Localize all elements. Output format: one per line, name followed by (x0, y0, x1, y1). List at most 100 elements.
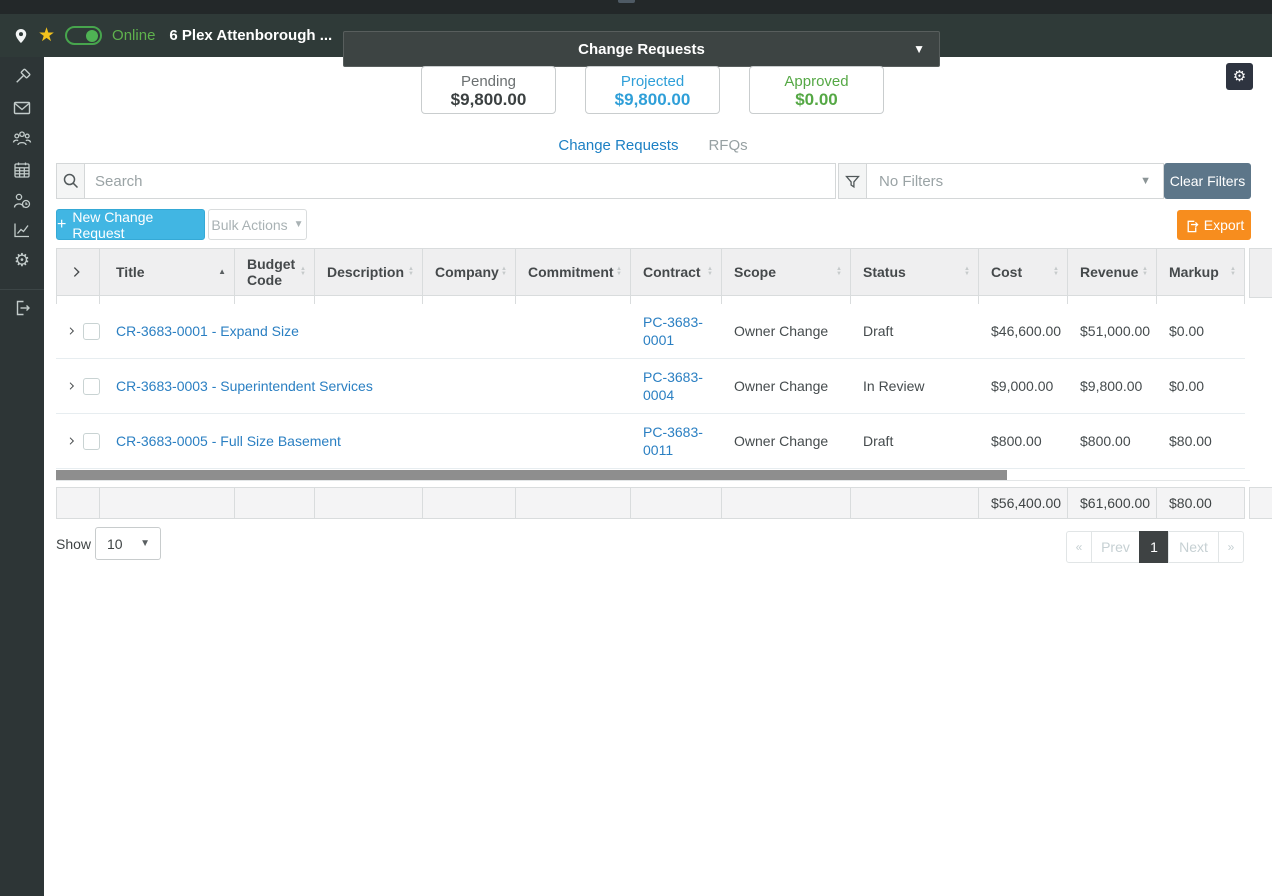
expand-row-icon[interactable] (66, 323, 78, 339)
card-value: $9,800.00 (614, 90, 691, 109)
column-header-title[interactable]: Title ▲ (100, 249, 235, 295)
next-page-button[interactable]: Next (1168, 531, 1219, 563)
column-header-markup[interactable]: Markup ▲ ▼ (1157, 249, 1245, 295)
page-size-value: 10 (107, 535, 123, 552)
window-notch (618, 0, 635, 3)
search-box (56, 163, 836, 199)
app-screen: ★ Online 6 Plex Attenborough ... Change … (0, 0, 1272, 896)
clear-filters-button[interactable]: Clear Filters (1164, 163, 1251, 199)
card-label: Pending (460, 73, 517, 90)
prev-page-button[interactable]: Prev (1091, 531, 1140, 563)
column-header-budget-code[interactable]: Budget Code ▲ ▼ (235, 249, 315, 295)
contract-link[interactable]: PC-3683-0004 (643, 369, 703, 403)
contract-link[interactable]: PC-3683-0011 (643, 424, 703, 458)
settings-gear-icon: ⚙ (1232, 68, 1247, 85)
chevron-down-icon: ▼ (293, 219, 304, 230)
card-value: $0.00 (795, 90, 838, 109)
time-clock-icon[interactable] (12, 191, 32, 211)
chevron-right-icon (73, 267, 80, 277)
app-sidebar: ⚙ (0, 57, 44, 896)
summary-card-approved: Approved $0.00 (749, 66, 884, 114)
cell-markup: $80.00 (1169, 433, 1212, 449)
window-top-strip (0, 0, 1272, 14)
tab-change-requests[interactable]: Change Requests (558, 137, 678, 154)
row-checkbox[interactable] (83, 377, 100, 395)
expand-row-icon[interactable] (66, 433, 78, 449)
filter-value: No Filters (879, 172, 944, 190)
current-page-button[interactable]: 1 (1139, 531, 1169, 563)
total-revenue: $61,600.00 (1068, 488, 1157, 518)
cell-cost: $800.00 (991, 433, 1042, 449)
column-header-scope[interactable]: Scope ▲ ▼ (722, 249, 851, 295)
sort-icon: ▲ ▼ (616, 266, 622, 277)
search-icon (57, 164, 85, 198)
sort-icon: ▲ ▼ (964, 266, 970, 277)
column-header-cost[interactable]: Cost ▲ ▼ (979, 249, 1068, 295)
mail-icon[interactable] (12, 98, 32, 118)
star-icon[interactable]: ★ (38, 26, 55, 45)
column-header-contract[interactable]: Contract ▲ ▼ (631, 249, 722, 295)
map-pin-icon[interactable] (14, 27, 28, 45)
gear-icon[interactable]: ⚙ (12, 250, 32, 270)
cell-markup: $0.00 (1169, 323, 1205, 339)
sort-icon: ▲ ▼ (501, 266, 507, 277)
tab-bar: Change Requests RFQs (44, 135, 1262, 155)
change-request-link[interactable]: CR-3683-0001 - Expand Size (116, 323, 299, 339)
column-header-commitment[interactable]: Commitment ▲ ▼ (516, 249, 631, 295)
sort-icon: ▲ ▼ (707, 266, 713, 277)
total-cost: $56,400.00 (979, 488, 1068, 518)
cell-markup: $0.00 (1169, 378, 1205, 394)
totals-scrollbar-spacer (1249, 487, 1272, 519)
contract-link[interactable]: PC-3683-0001 (643, 314, 703, 348)
online-toggle[interactable] (65, 26, 103, 45)
app-topbar: ★ Online 6 Plex Attenborough ... Change … (0, 14, 1272, 67)
table-row: CR-3683-0003 - Superintendent Services P… (56, 359, 1245, 414)
card-label: Projected (620, 73, 685, 90)
page-selector-value: Change Requests (578, 40, 705, 58)
sidebar-divider (0, 289, 44, 290)
search-input[interactable] (85, 164, 835, 198)
last-page-button[interactable]: » (1218, 531, 1244, 563)
cell-scope: Owner Change (734, 323, 829, 339)
funnel-icon (839, 164, 867, 198)
page-size-select[interactable]: 10 ▼ (95, 527, 161, 560)
column-header-company[interactable]: Company ▲ ▼ (423, 249, 516, 295)
chevron-down-icon: ▼ (140, 538, 150, 549)
sort-asc-icon: ▲ (218, 267, 226, 276)
cell-status: Draft (863, 323, 894, 339)
calendar-icon[interactable] (12, 160, 32, 180)
first-page-button[interactable]: « (1066, 531, 1092, 563)
sort-icon: ▲ ▼ (1142, 266, 1148, 277)
contacts-icon[interactable] (12, 129, 32, 149)
header-border-stubs (56, 296, 1245, 304)
page-selector-dropdown[interactable]: Change Requests ▼ (343, 31, 940, 67)
column-header-expand[interactable] (56, 249, 100, 295)
bulk-actions-button[interactable]: Bulk Actions ▼ (208, 209, 307, 240)
export-button[interactable]: Export (1177, 210, 1251, 240)
change-request-link[interactable]: CR-3683-0003 - Superintendent Services (116, 378, 373, 394)
sort-icon: ▲ ▼ (300, 266, 306, 277)
row-checkbox[interactable] (83, 432, 100, 450)
hammer-icon[interactable] (12, 67, 32, 87)
table-scrollbar-spacer (1249, 248, 1272, 298)
column-header-status[interactable]: Status ▲ ▼ (851, 249, 979, 295)
cell-status: In Review (863, 378, 925, 394)
change-request-link[interactable]: CR-3683-0005 - Full Size Basement (116, 433, 341, 449)
cell-revenue: $9,800.00 (1080, 378, 1143, 394)
column-header-description[interactable]: Description ▲ ▼ (315, 249, 423, 295)
column-header-revenue[interactable]: Revenue ▲ ▼ (1068, 249, 1157, 295)
online-label: Online (112, 27, 156, 44)
horizontal-scrollbar[interactable] (56, 470, 1250, 481)
expand-row-icon[interactable] (66, 378, 78, 394)
cell-cost: $46,600.00 (991, 323, 1062, 339)
logout-icon[interactable] (12, 298, 32, 318)
new-change-request-button[interactable]: + New Change Request (56, 209, 205, 241)
scrollbar-thumb[interactable] (56, 470, 1007, 480)
row-checkbox[interactable] (83, 322, 100, 340)
plus-icon: + (57, 215, 67, 233)
filter-dropdown[interactable]: No Filters ▼ (838, 163, 1164, 199)
tab-rfqs[interactable]: RFQs (708, 137, 747, 154)
settings-gear-button[interactable]: ⚙ (1226, 63, 1253, 90)
chart-icon[interactable] (12, 220, 32, 240)
totals-row: $56,400.00 $61,600.00 $80.00 (56, 487, 1245, 519)
